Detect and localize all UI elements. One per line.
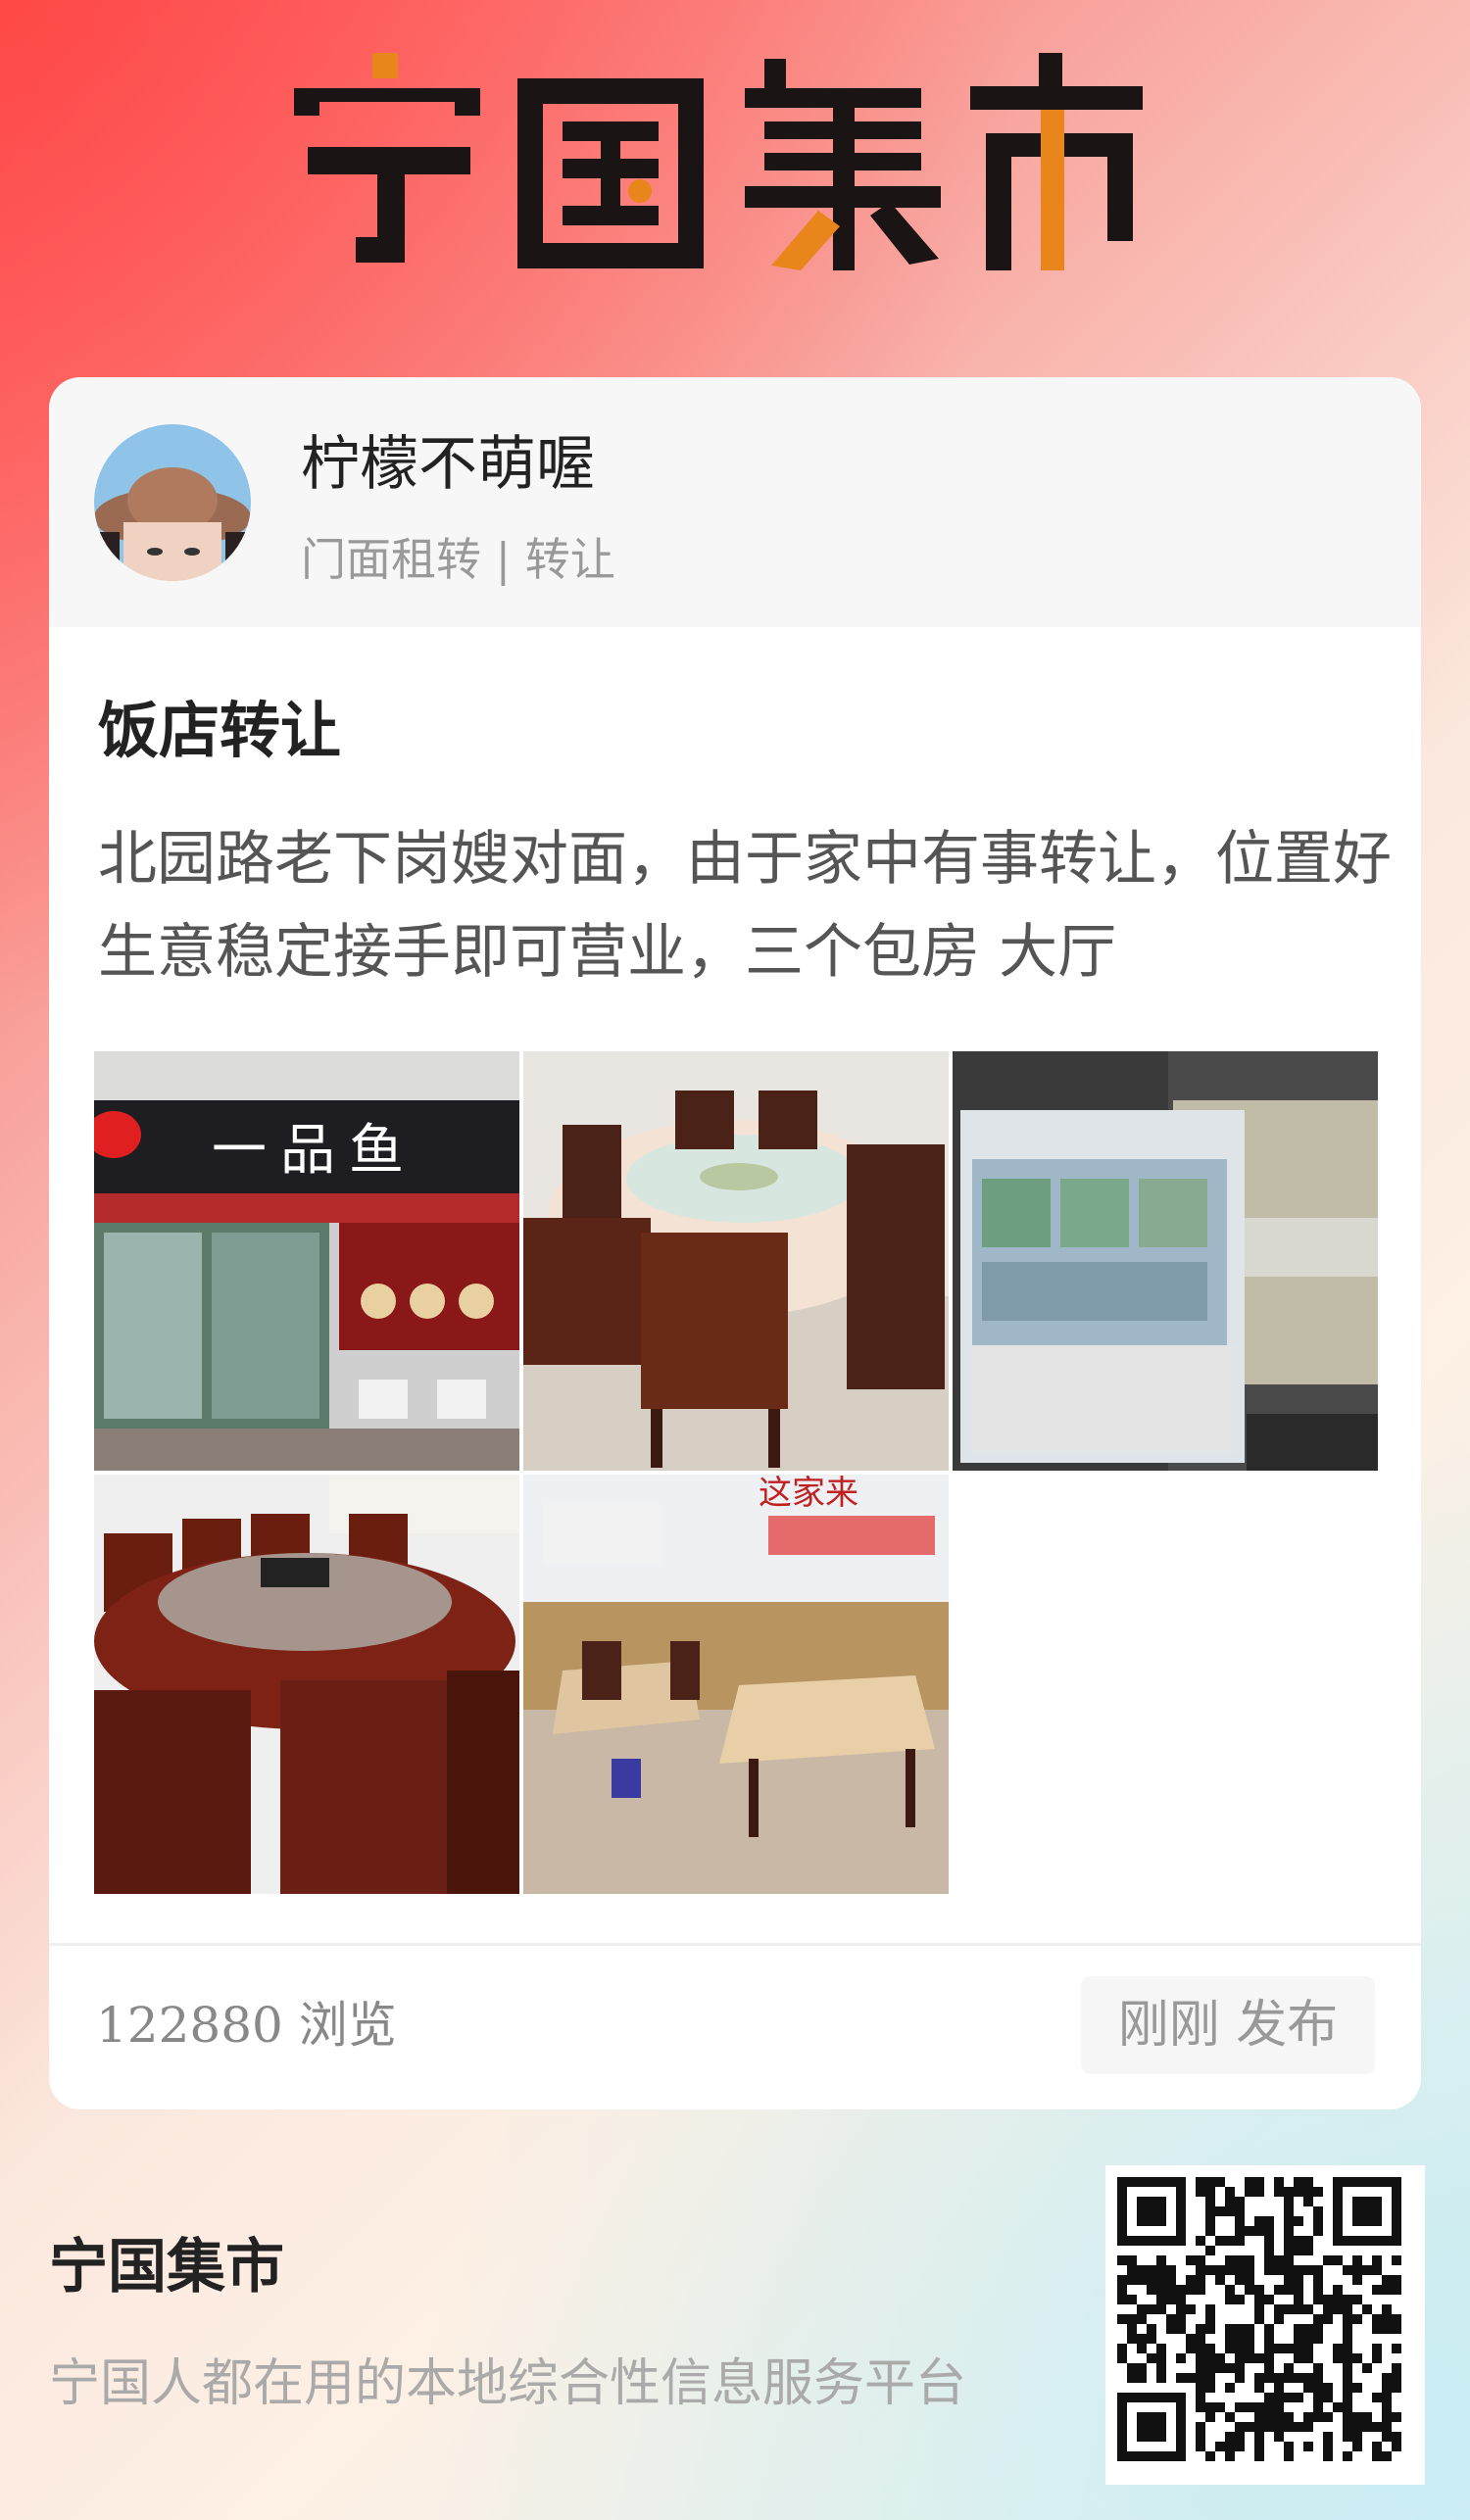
user-avatar[interactable]	[94, 424, 251, 581]
site-logo	[294, 53, 1143, 270]
footer-subtitle: 宁国人都在用的本地综合性信息服务平台	[49, 2354, 967, 2413]
wall-slogan: 这家来	[759, 1475, 858, 1513]
photo-storefront[interactable]: 一 品 鱼	[94, 1051, 519, 1471]
user-name[interactable]: 柠檬不萌喔	[301, 416, 595, 502]
post-body: 北园路老下岗嫂对面，由于家中有事转让，位置好生意稳定接手即可营业，三个包房 大厅	[98, 825, 1392, 987]
photo-dining-hall[interactable]: 这家来	[523, 1475, 949, 1894]
photo-grid: 一 品 鱼 这家来	[94, 1051, 1378, 1894]
view-count: 122880 浏览	[96, 1997, 397, 2054]
qr-code[interactable]	[1105, 2165, 1425, 2485]
post-title: 饭店转让	[98, 695, 342, 766]
footer-divider	[49, 1943, 1421, 1946]
photo-wooden-table[interactable]	[94, 1475, 519, 1894]
posted-time-badge: 刚刚 发布	[1081, 1976, 1375, 2074]
storefront-sign: 一 品 鱼	[212, 1121, 404, 1182]
footer-title: 宁国集市	[49, 2233, 284, 2302]
photo-round-table[interactable]	[523, 1051, 949, 1471]
photo-display-fridge[interactable]	[953, 1051, 1378, 1471]
post-header: 柠檬不萌喔 门面租转 | 转让	[49, 377, 1421, 627]
post-category[interactable]: 门面租转 | 转让	[301, 524, 615, 589]
post-card[interactable]: 柠檬不萌喔 门面租转 | 转让 饭店转让 北园路老下岗嫂对面，由于家中有事转让，…	[49, 377, 1421, 2109]
